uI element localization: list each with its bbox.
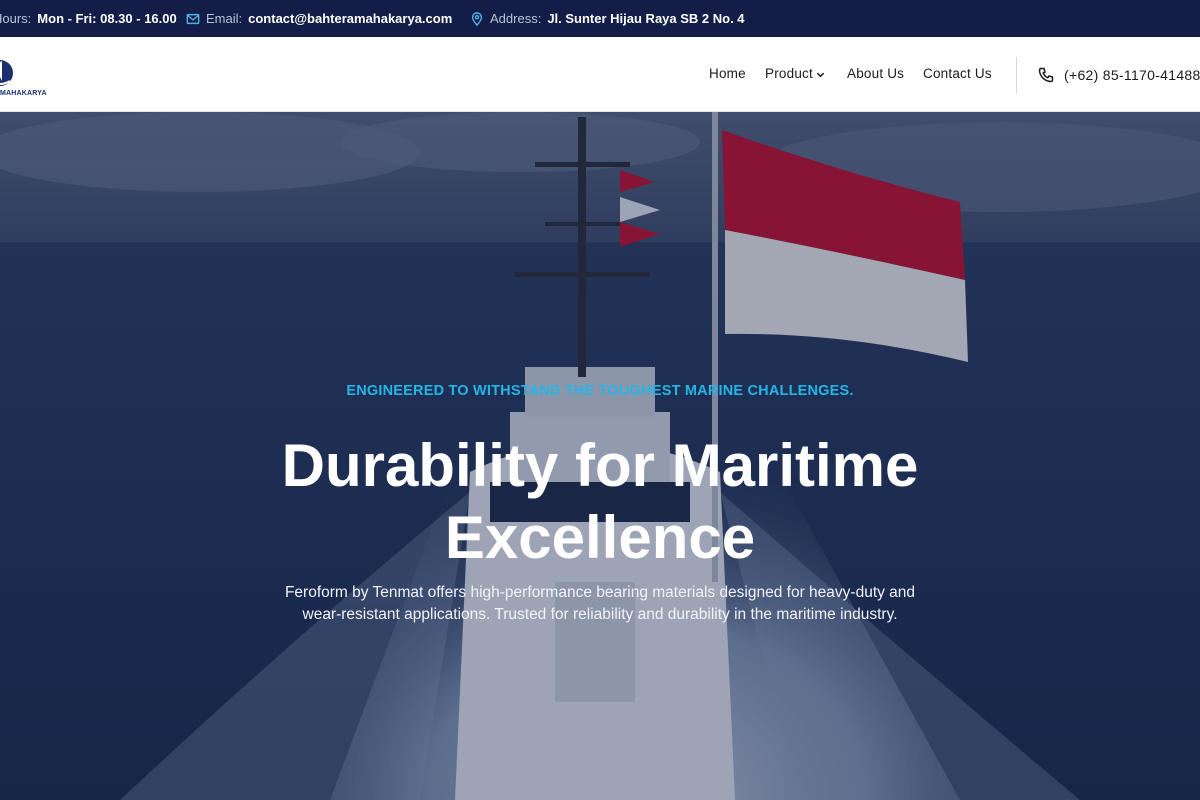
nav-product[interactable]: Product — [765, 66, 825, 81]
phone-icon — [1038, 67, 1054, 82]
hero-eyebrow: ENGINEERED TO WITHSTAND THE TOUGHEST MAR… — [346, 383, 854, 399]
mail-icon — [186, 13, 200, 24]
hero-section: ENGINEERED TO WITHSTAND THE TOUGHEST MAR… — [0, 112, 1200, 800]
hours-value: Mon - Fri: 08.30 - 16.00 — [37, 11, 177, 26]
hours-label: Hours: — [0, 11, 32, 26]
phone-contact[interactable]: (+62) 85-1170-41488 — [1038, 37, 1200, 112]
email-label: Email: — [206, 11, 243, 26]
hero-headline-line-2: Excellence — [444, 504, 756, 571]
chevron-down-icon — [816, 72, 825, 78]
map-pin-icon — [471, 11, 483, 26]
nav-home[interactable]: Home — [709, 66, 746, 81]
address-label: Address: — [490, 11, 542, 26]
nav-about-us[interactable]: About Us — [847, 66, 904, 81]
logo-text: MAHAKARYA — [0, 90, 47, 97]
header-divider — [1016, 57, 1017, 93]
email-value[interactable]: contact@bahteramahakarya.com — [248, 11, 452, 26]
address-value: Jl. Sunter Hijau Raya SB 2 No. 4 — [547, 11, 745, 26]
business-hours: Hours: Mon - Fri: 08.30 - 16.00 — [0, 0, 177, 37]
hero-headline: Durability for Maritime Excellence — [200, 430, 1000, 574]
address-info: Address: Jl. Sunter Hijau Raya SB 2 No. … — [470, 0, 745, 37]
nav-product-label: Product — [765, 66, 813, 81]
hero-description-line-2: wear-resistant applications. Trusted for… — [302, 606, 898, 623]
email-info[interactable]: Email: contact@bahteramahakarya.com — [186, 0, 452, 37]
nav-contact-us[interactable]: Contact Us — [923, 66, 992, 81]
top-info-bar: Hours: Mon - Fri: 08.30 - 16.00 Email: c… — [0, 0, 1200, 37]
site-header: MAHAKARYA Home Product About Us Contact … — [0, 37, 1200, 112]
phone-number[interactable]: (+62) 85-1170-41488 — [1064, 67, 1200, 83]
hero-description-line-1: Feroform by Tenmat offers high-performan… — [284, 584, 916, 601]
hero-description: Feroform by Tenmat offers high-performan… — [250, 582, 950, 626]
hero-headline-line-1: Durability for Maritime — [281, 432, 919, 499]
hero-content: ENGINEERED TO WITHSTAND THE TOUGHEST MAR… — [0, 112, 1200, 800]
